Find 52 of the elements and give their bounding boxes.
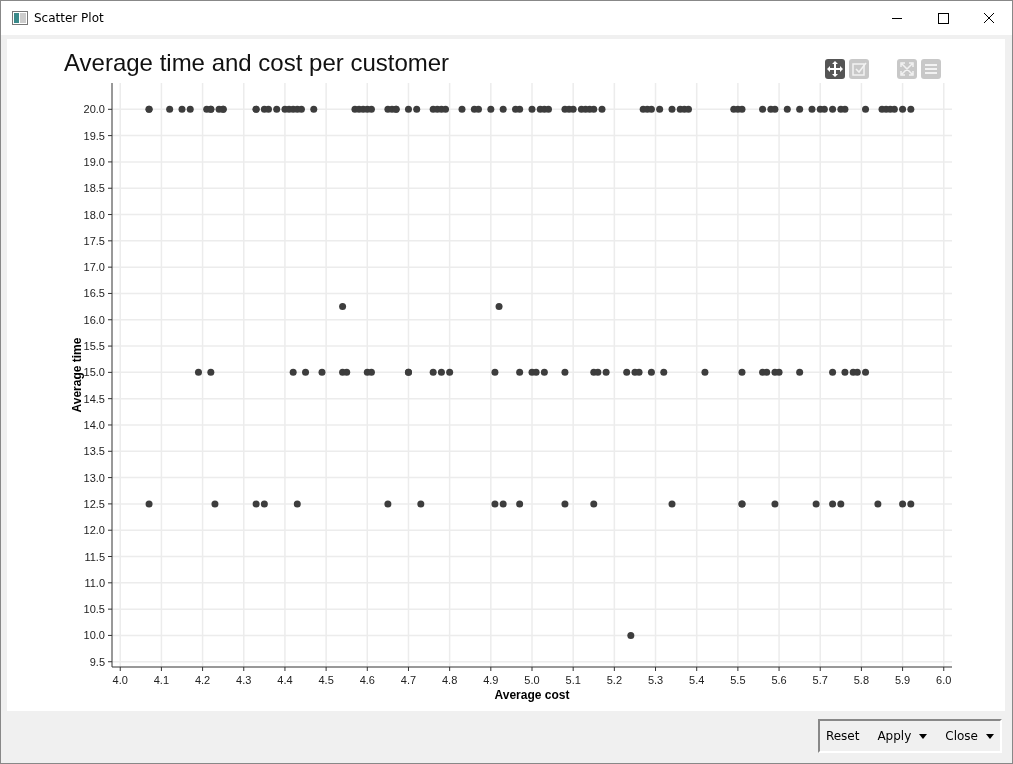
y-tick-label: 19.0: [83, 155, 105, 168]
checkbox-icon[interactable]: [849, 59, 869, 79]
y-tick-label: 19.5: [83, 129, 105, 142]
y-tick-label: 16.0: [83, 313, 105, 326]
pan-icon[interactable]: [825, 59, 845, 79]
y-tick-label: 11.0: [84, 576, 105, 589]
y-tick-label: 9.5: [89, 655, 105, 668]
y-tick-label: 13.0: [83, 471, 105, 484]
y-tick-label: 13.5: [83, 445, 105, 458]
window-title: Scatter Plot: [34, 11, 104, 25]
x-tick-label: 4.3: [236, 674, 252, 686]
x-tick-label: 4.6: [359, 674, 375, 686]
x-tick-label: 5.5: [730, 674, 746, 686]
y-tick-label: 17.0: [83, 261, 105, 274]
y-tick-label: 12.5: [83, 497, 105, 510]
x-tick-label: 5.7: [812, 674, 828, 686]
x-axis-label: Average cost: [494, 688, 570, 702]
y-tick-label: 12.0: [83, 524, 105, 537]
x-tick-label: 5.8: [853, 674, 870, 686]
y-tick-label: 20.0: [83, 103, 105, 116]
x-tick-label: 5.3: [647, 674, 664, 686]
y-tick-label: 15.0: [83, 366, 105, 379]
app-icon: [12, 11, 28, 25]
y-tick-label: 14.5: [83, 392, 105, 405]
x-tick-label: 5.6: [771, 674, 787, 686]
x-tick-label: 5.4: [689, 674, 705, 686]
y-tick-label: 18.5: [83, 182, 105, 195]
y-tick-label: 11.5: [84, 550, 105, 563]
x-tick-label: 4.1: [153, 674, 170, 686]
y-axis-label: Average time: [70, 337, 84, 413]
x-tick-label: 4.2: [194, 674, 211, 686]
x-tick-label: 4.0: [112, 674, 128, 686]
x-tick-label: 5.0: [524, 674, 540, 686]
y-tick-label: 10.0: [83, 629, 105, 642]
x-tick-label: 4.9: [483, 674, 499, 686]
x-tick-label: 6.0: [936, 674, 952, 686]
y-tick-label: 17.5: [83, 234, 105, 247]
x-tick-label: 5.2: [606, 674, 622, 686]
x-tick-label: 5.9: [894, 674, 911, 686]
x-tick-label: 4.4: [277, 674, 293, 686]
y-tick-label: 16.5: [83, 287, 105, 300]
chart-title: Average time and cost per customer: [64, 49, 450, 77]
x-tick-label: 4.5: [318, 674, 334, 686]
y-tick-label: 18.0: [83, 208, 105, 221]
x-tick-label: 4.7: [400, 674, 417, 686]
y-tick-label: 14.0: [83, 419, 105, 431]
x-tick-label: 5.1: [565, 674, 581, 686]
y-tick-label: 10.5: [83, 603, 105, 616]
x-tick-label: 4.8: [442, 674, 458, 686]
menu-icon[interactable]: [921, 59, 941, 79]
fit-icon[interactable]: [897, 59, 917, 79]
y-tick-label: 15.5: [83, 340, 105, 353]
